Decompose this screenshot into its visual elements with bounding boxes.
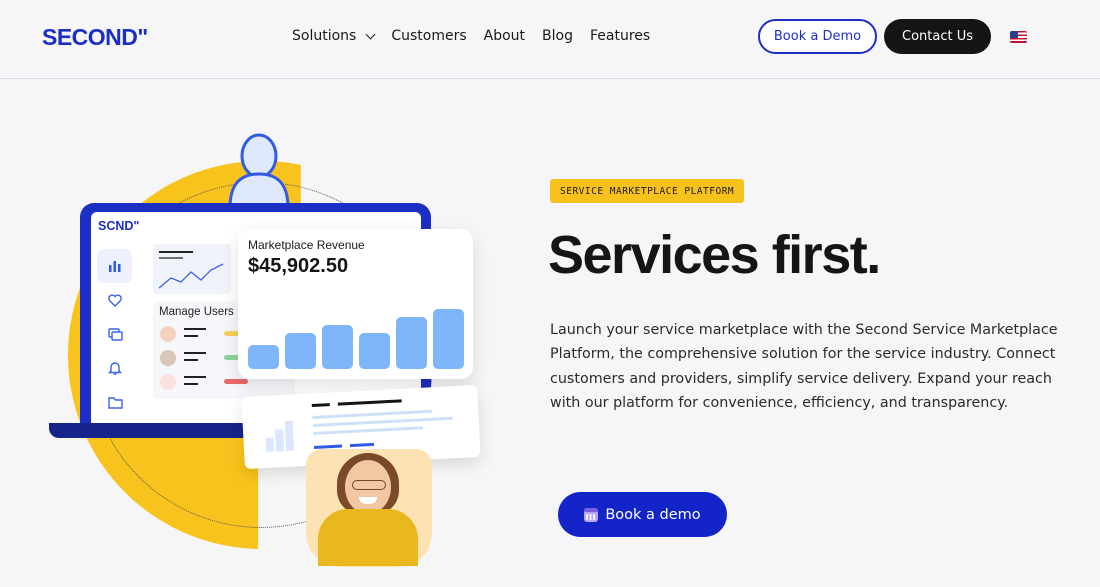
book-a-demo-cta-button[interactable]: Book a demo bbox=[558, 492, 727, 537]
nav-about[interactable]: About bbox=[484, 28, 525, 44]
site-header: SECOND" Solutions Customers About Blog F… bbox=[0, 0, 1100, 79]
us-flag-icon[interactable] bbox=[1010, 31, 1027, 43]
calendar-icon bbox=[584, 507, 599, 522]
revenue-bar bbox=[359, 333, 390, 369]
revenue-bar bbox=[285, 333, 316, 369]
avatar bbox=[160, 326, 176, 342]
nav-solutions[interactable]: Solutions bbox=[292, 28, 376, 44]
nav-blog[interactable]: Blog bbox=[542, 28, 573, 44]
logo[interactable]: SECOND" bbox=[42, 24, 148, 51]
avatar bbox=[160, 374, 176, 390]
bell-icon bbox=[104, 357, 126, 379]
category-badge: SERVICE MARKETPLACE PLATFORM bbox=[550, 179, 745, 203]
contact-us-button[interactable]: Contact Us bbox=[884, 19, 991, 54]
hero-title: Services first. bbox=[548, 225, 881, 285]
dashboard-logo: SCND" bbox=[98, 219, 140, 233]
revenue-bar bbox=[248, 345, 279, 369]
placeholder-line bbox=[184, 383, 198, 385]
revenue-bar bbox=[322, 325, 353, 369]
revenue-bar bbox=[433, 309, 464, 369]
nav-label: Blog bbox=[542, 28, 573, 44]
book-demo-button[interactable]: Book a Demo bbox=[758, 19, 877, 54]
manage-users-title: Manage Users bbox=[159, 306, 234, 318]
person-sweater bbox=[318, 509, 418, 566]
placeholder-line bbox=[184, 335, 198, 337]
revenue-bar bbox=[396, 317, 427, 369]
bar-chart-icon bbox=[104, 255, 126, 277]
status-pill bbox=[224, 379, 248, 384]
revenue-label: Marketplace Revenue bbox=[248, 238, 365, 252]
placeholder-line bbox=[184, 376, 206, 378]
chat-icon bbox=[104, 323, 126, 345]
nav-customers[interactable]: Customers bbox=[391, 28, 466, 44]
revenue-value: $45,902.50 bbox=[248, 255, 349, 277]
nav-label: Solutions bbox=[292, 28, 357, 44]
hero-description: Launch your service marketplace with the… bbox=[550, 322, 1058, 411]
nav-label: Customers bbox=[391, 28, 467, 44]
avatar bbox=[160, 350, 176, 366]
folder-icon bbox=[104, 391, 126, 413]
nav-features[interactable]: Features bbox=[590, 28, 650, 44]
main-nav: Solutions Customers About Blog Features bbox=[292, 28, 667, 44]
mini-line-chart bbox=[153, 244, 231, 294]
cta-label: Book a demo bbox=[605, 506, 701, 523]
nav-label: Features bbox=[590, 28, 651, 44]
placeholder-line bbox=[184, 328, 206, 330]
heart-icon bbox=[104, 289, 126, 311]
glasses bbox=[352, 480, 386, 490]
placeholder-line bbox=[184, 359, 198, 361]
chevron-down-icon bbox=[365, 29, 376, 39]
placeholder-line bbox=[184, 352, 206, 354]
nav-label: About bbox=[483, 28, 526, 44]
